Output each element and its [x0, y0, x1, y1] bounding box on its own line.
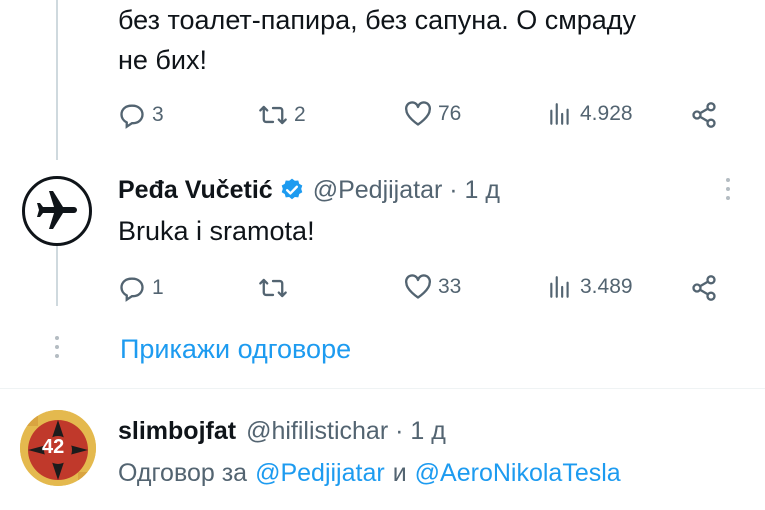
- share-icon: [692, 102, 716, 128]
- display-name[interactable]: Peđa Vučetić: [118, 176, 273, 205]
- tweet-header: Peđa Vučetić @Pedjijatar · 1 д: [118, 173, 500, 207]
- avatar-text: 42: [42, 436, 65, 458]
- views-count: 4.928: [580, 102, 633, 125]
- avatar[interactable]: 42: [20, 410, 96, 486]
- retweet-button[interactable]: [258, 274, 294, 302]
- retweet-count: 2: [294, 103, 306, 126]
- like-button[interactable]: 76: [404, 101, 461, 127]
- views-icon: [550, 276, 569, 298]
- tweet-header: slimbojfat @hifilistichar · 1 д: [118, 414, 446, 448]
- views-button[interactable]: 3.489: [546, 274, 633, 300]
- show-replies-link[interactable]: Прикажи одговоре: [120, 331, 351, 367]
- share-button[interactable]: [690, 274, 718, 302]
- reply-prefix: Одговор за: [118, 458, 248, 487]
- views-count: 3.489: [580, 275, 633, 298]
- handle-and-time[interactable]: @Pedjijatar · 1 д: [313, 176, 500, 205]
- reply-context: Одговор за @Pedjijatar и @AeroNikolaTesl…: [118, 455, 621, 491]
- reply-user-link[interactable]: @AeroNikolaTesla: [415, 459, 621, 488]
- thread-line-top: [56, 0, 58, 160]
- reply-button[interactable]: 3: [118, 101, 164, 129]
- share-icon: [692, 275, 716, 301]
- views-button[interactable]: 4.928: [546, 101, 633, 127]
- handle-and-time[interactable]: @hifilistichar · 1 д: [246, 417, 446, 446]
- thread-line-bottom: [56, 246, 58, 306]
- tweet-text: без тоалет-папира, без сапуна. О смраду …: [118, 0, 758, 80]
- reply-button[interactable]: 1: [118, 274, 164, 302]
- like-button[interactable]: 33: [404, 274, 461, 300]
- tweet-text-line: не бих!: [118, 45, 207, 75]
- retweet-button[interactable]: 2: [258, 101, 306, 129]
- display-name[interactable]: slimbojfat: [118, 417, 236, 446]
- views-icon: [550, 103, 569, 125]
- more-options-icon[interactable]: [726, 178, 730, 200]
- tweet-text: Bruka i sramota!: [118, 216, 315, 246]
- share-button[interactable]: [690, 101, 718, 129]
- like-count: 76: [438, 102, 462, 125]
- reply-count: 3: [152, 103, 164, 126]
- verified-badge-icon: [281, 178, 302, 200]
- like-count: 33: [438, 275, 462, 298]
- heart-icon: [405, 274, 431, 299]
- reply-and: и: [392, 458, 407, 487]
- airplane-icon: [37, 191, 77, 229]
- reply-icon: [120, 277, 144, 302]
- tweet-text-line: без тоалет-папира, без сапуна. О смраду: [118, 5, 637, 35]
- reply-user-link[interactable]: @Pedjijatar: [255, 459, 385, 488]
- heart-icon: [405, 101, 431, 126]
- divider: [0, 388, 765, 389]
- retweet-icon: [259, 278, 287, 298]
- thread-dots: [55, 336, 59, 358]
- avatar[interactable]: [22, 176, 92, 246]
- reply-icon: [120, 104, 144, 129]
- retweet-icon: [259, 105, 287, 125]
- reply-count: 1: [152, 276, 164, 299]
